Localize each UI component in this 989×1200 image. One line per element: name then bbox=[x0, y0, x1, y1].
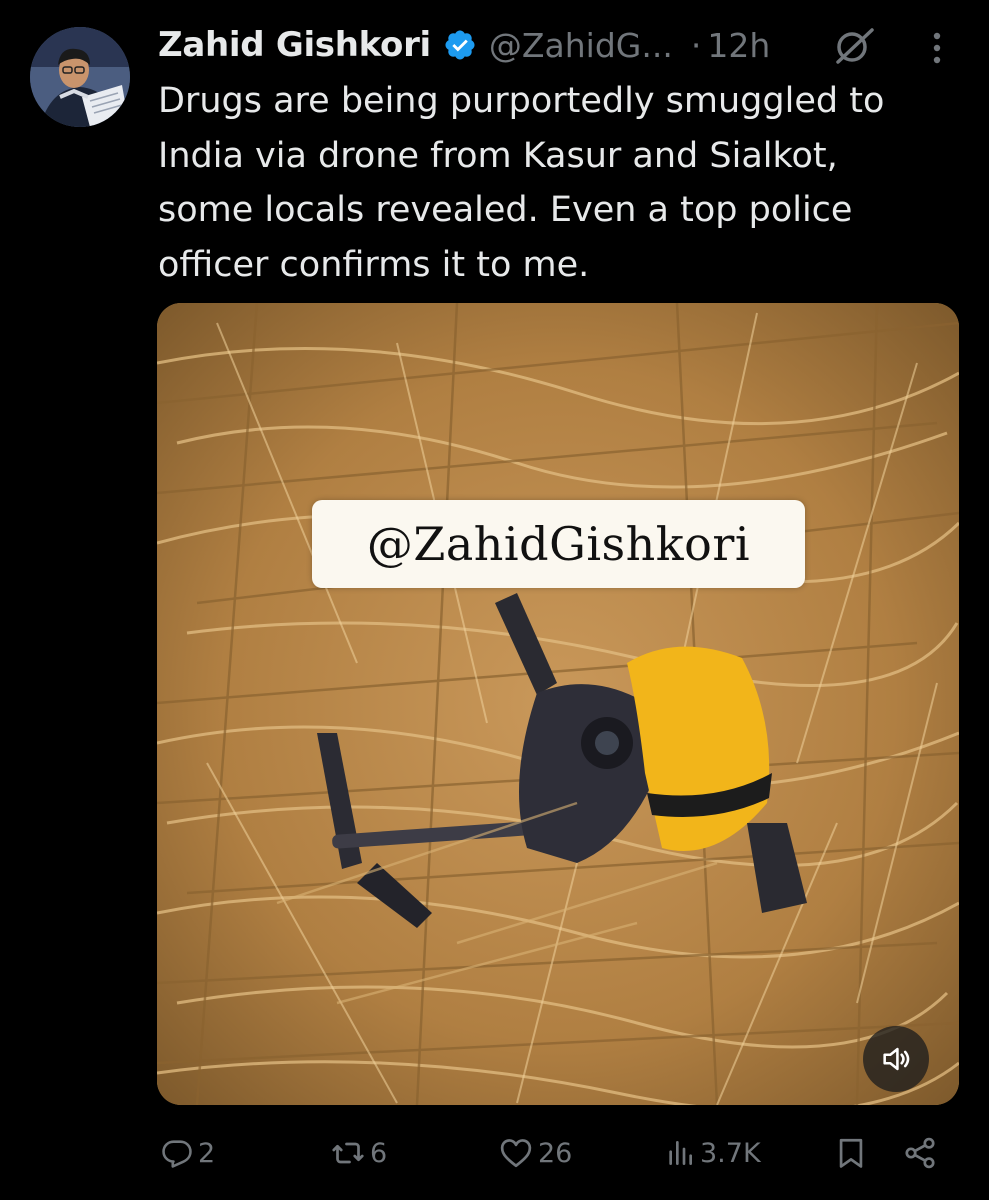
tweet-text: Drugs are being purportedly smuggled to … bbox=[158, 74, 958, 292]
speaker-icon bbox=[883, 1047, 910, 1071]
video-player[interactable]: @ZahidGishkori bbox=[157, 303, 959, 1105]
heart-icon bbox=[500, 1139, 532, 1168]
tweet-text-line: India via drone from Kasur and Sialkot, bbox=[158, 135, 838, 176]
meta-separator: · bbox=[690, 25, 702, 65]
tweet-header: Zahid Gishkori @ZahidG... · 12h bbox=[158, 22, 770, 68]
author-display-name[interactable]: Zahid Gishkori bbox=[158, 25, 431, 65]
tweet-actions: 2 6 26 3.7K bbox=[0, 1125, 989, 1181]
tweet-text-line: Drugs are being purportedly smuggled to bbox=[158, 81, 885, 121]
share-button[interactable] bbox=[902, 1125, 938, 1181]
more-options-icon[interactable] bbox=[924, 30, 950, 66]
reply-icon bbox=[162, 1140, 192, 1168]
bookmark-icon bbox=[839, 1138, 863, 1168]
video-frame bbox=[157, 303, 959, 1105]
like-button[interactable]: 26 bbox=[498, 1125, 572, 1181]
views-chart-icon bbox=[669, 1141, 692, 1165]
tweet-text-line: officer confirms it to me. bbox=[158, 244, 590, 285]
video-watermark: @ZahidGishkori bbox=[312, 500, 805, 588]
repost-count: 6 bbox=[370, 1137, 388, 1169]
view-count: 3.7K bbox=[700, 1137, 761, 1169]
repost-icon bbox=[332, 1142, 364, 1164]
tweet[interactable]: Zahid Gishkori @ZahidG... · 12h Drugs ar… bbox=[0, 0, 989, 1200]
like-count: 26 bbox=[538, 1137, 573, 1169]
bookmark-button[interactable] bbox=[834, 1125, 868, 1181]
author-handle[interactable]: @ZahidG... bbox=[489, 26, 673, 65]
unmute-button[interactable] bbox=[863, 1026, 929, 1092]
repost-button[interactable]: 6 bbox=[330, 1125, 387, 1181]
reply-count: 2 bbox=[198, 1137, 216, 1169]
tweet-timestamp[interactable]: 12h bbox=[707, 26, 770, 65]
verified-badge-icon[interactable] bbox=[443, 28, 477, 62]
author-avatar[interactable] bbox=[30, 27, 130, 127]
reply-button[interactable]: 2 bbox=[160, 1125, 215, 1181]
tweet-text-line: some locals revealed. Even a top police bbox=[158, 190, 853, 230]
views-button[interactable]: 3.7K bbox=[664, 1125, 761, 1181]
grok-icon[interactable] bbox=[832, 26, 876, 66]
share-icon bbox=[905, 1137, 935, 1169]
